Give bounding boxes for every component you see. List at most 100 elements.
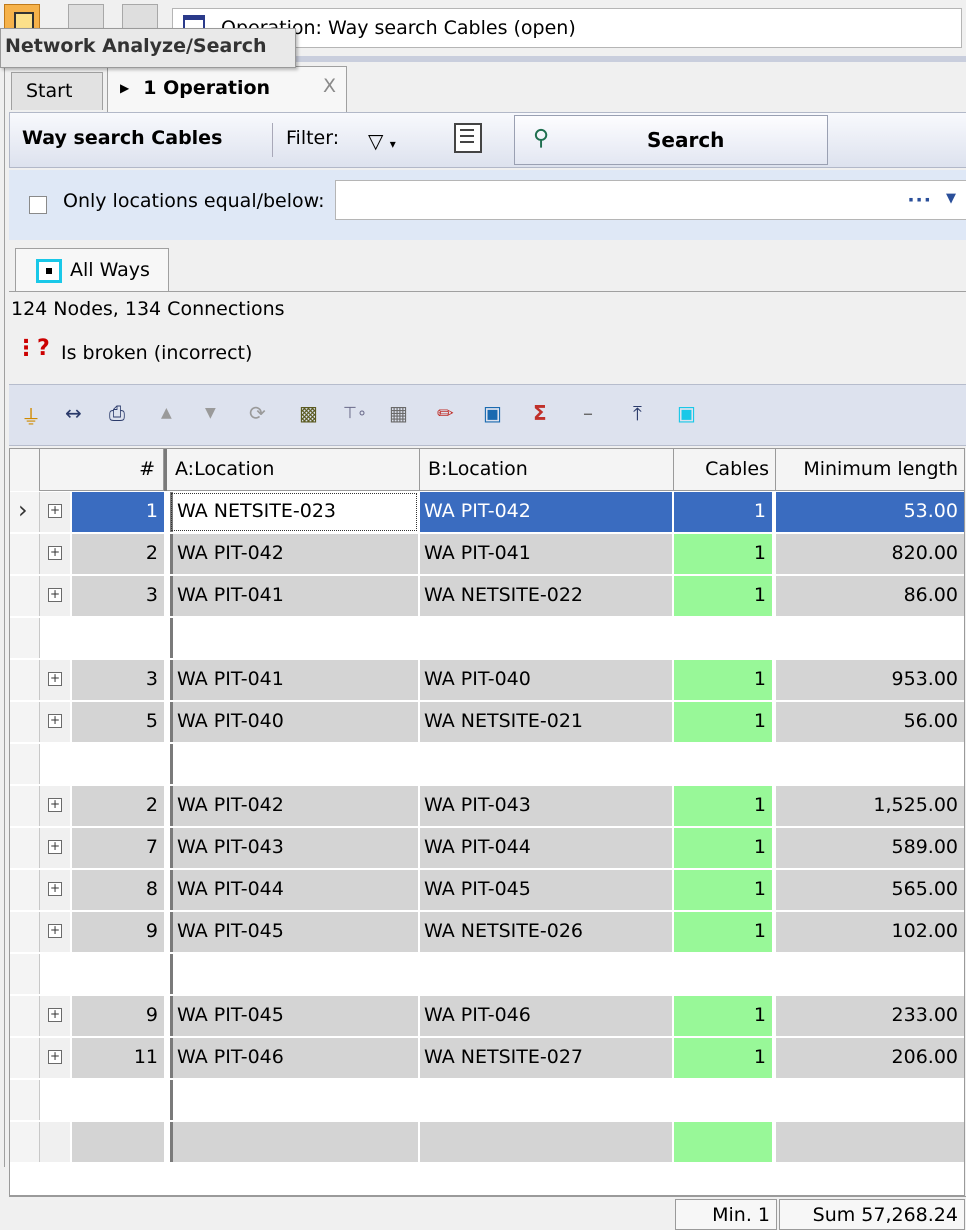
expand-icon[interactable]: + [48, 924, 62, 938]
table-row[interactable]: +1WA NETSITE-023WA PIT-042153.00 [10, 491, 964, 533]
expand-icon[interactable]: + [48, 672, 62, 686]
a-location-cell[interactable]: WA PIT-046 [170, 1038, 418, 1078]
row-number[interactable]: 7 [72, 828, 164, 868]
min-length-cell[interactable]: 820.00 [776, 534, 964, 574]
cables-cell[interactable]: 1 [674, 828, 772, 868]
table-row[interactable]: +11 WA PIT-046 WA NETSITE-027 1 206.00 [10, 1037, 964, 1079]
properties-icon[interactable] [454, 123, 482, 153]
expand-icon[interactable]: + [48, 798, 62, 812]
table-row[interactable]: +2 WA PIT-042 WA PIT-041 1 820.00 [10, 533, 964, 575]
close-icon[interactable]: X [323, 75, 336, 97]
expand-icon[interactable]: + [48, 1008, 62, 1022]
b-location-cell[interactable]: WA PIT-046 [420, 996, 672, 1036]
min-length-cell[interactable]: 53.00 [776, 492, 964, 532]
browse-button[interactable]: ··· [907, 189, 932, 211]
building-icon[interactable]: ▦ [389, 401, 408, 425]
tab-all-ways[interactable]: All Ways [15, 248, 169, 292]
clipboard-icon[interactable]: ▩ [299, 401, 318, 425]
row-number[interactable]: 2 [72, 786, 164, 826]
connect-icon[interactable]: ⊤∘ [343, 403, 367, 422]
a-location-cell[interactable]: WA PIT-045 [170, 912, 418, 952]
cables-cell[interactable]: 1 [674, 786, 772, 826]
cables-cell[interactable]: 1 [674, 870, 772, 910]
expand-icon[interactable]: + [48, 546, 62, 560]
a-location-cell[interactable]: WA PIT-040 [170, 702, 418, 742]
cables-cell[interactable]: 1 [674, 1038, 772, 1078]
expand-icon[interactable]: + [48, 840, 62, 854]
column-header-num[interactable]: # [40, 449, 164, 491]
min-length-cell[interactable]: 1,525.00 [776, 786, 964, 826]
a-location-cell[interactable]: WA PIT-042 [170, 786, 418, 826]
expand-icon[interactable]: + [48, 714, 62, 728]
column-width-icon[interactable]: ↔ [65, 401, 82, 425]
b-location-cell[interactable]: WA PIT-044 [420, 828, 672, 868]
row-number[interactable]: 5 [72, 702, 164, 742]
move-down-icon[interactable]: ▼ [205, 405, 216, 421]
column-header-min-length[interactable]: Minimum length [776, 449, 964, 491]
row-number[interactable]: 11 [72, 1038, 164, 1078]
b-location-cell[interactable]: WA NETSITE-027 [420, 1038, 672, 1078]
min-length-cell[interactable]: 953.00 [776, 660, 964, 700]
table-row[interactable]: +2 WA PIT-042 WA PIT-043 1 1,525.00 [10, 785, 964, 827]
a-location-cell[interactable]: WA PIT-045 [170, 996, 418, 1036]
row-number[interactable]: 9 [72, 912, 164, 952]
tab-operation[interactable]: ▶ 1 Operation X [107, 66, 347, 112]
only-locations-checkbox[interactable] [29, 196, 47, 214]
search-button[interactable]: ⚲ Search [514, 115, 828, 165]
minus-icon[interactable]: – [583, 401, 593, 425]
table-row[interactable]: +3 WA PIT-041 WA NETSITE-022 1 86.00 [10, 575, 964, 617]
min-length-cell[interactable]: 56.00 [776, 702, 964, 742]
table-row[interactable]: +9 WA PIT-045 WA NETSITE-026 1 102.00 [10, 911, 964, 953]
a-location-cell[interactable]: WA PIT-043 [170, 828, 418, 868]
cables-cell[interactable]: 1 [674, 534, 772, 574]
color-edit-icon[interactable]: ✏ [437, 401, 454, 425]
expand-icon[interactable]: + [48, 588, 62, 602]
b-location-cell[interactable]: WA NETSITE-021 [420, 702, 672, 742]
a-location-cell[interactable]: WA PIT-042 [170, 534, 418, 574]
column-header-cables[interactable]: Cables [674, 449, 776, 491]
min-length-cell[interactable]: 86.00 [776, 576, 964, 616]
cables-cell[interactable]: 1 [674, 576, 772, 616]
column-header-b-location[interactable]: B:Location [420, 449, 674, 491]
node-icon[interactable]: ▣ [677, 401, 696, 425]
cables-cell[interactable]: 1 [674, 996, 772, 1036]
move-up-icon[interactable]: ▲ [161, 405, 172, 421]
location-input[interactable]: ··· ▼ [335, 180, 966, 220]
a-location-cell[interactable]: WA PIT-041 [170, 660, 418, 700]
go-top-icon[interactable]: ⤒ [633, 401, 642, 425]
cables-cell[interactable]: 1 [674, 660, 772, 700]
table-row[interactable]: +9 WA PIT-045 WA PIT-046 1 233.00 [10, 995, 964, 1037]
cables-cell[interactable]: 1 [674, 912, 772, 952]
min-length-cell[interactable]: 206.00 [776, 1038, 964, 1078]
b-location-cell[interactable]: WA PIT-041 [420, 534, 672, 574]
b-location-cell[interactable]: WA PIT-040 [420, 660, 672, 700]
expand-icon[interactable]: + [48, 882, 62, 896]
cables-cell[interactable]: 1 [674, 702, 772, 742]
b-location-cell[interactable]: WA PIT-043 [420, 786, 672, 826]
row-number[interactable]: 2 [72, 534, 164, 574]
min-length-cell[interactable]: 233.00 [776, 996, 964, 1036]
min-length-cell[interactable]: 565.00 [776, 870, 964, 910]
filter-edit-icon[interactable]: ⏚ [21, 401, 41, 430]
column-header-a-location[interactable]: A:Location [164, 449, 420, 491]
table-row[interactable]: +3 WA PIT-041 WA PIT-040 1 953.00 [10, 659, 964, 701]
table-row[interactable]: +7 WA PIT-043 WA PIT-044 1 589.00 [10, 827, 964, 869]
table-row[interactable]: +5 WA PIT-040 WA NETSITE-021 1 56.00 [10, 701, 964, 743]
filter-funnel-icon[interactable]: ▽ ▾ [368, 129, 396, 153]
row-number[interactable]: 3 [72, 576, 164, 616]
expand-icon[interactable]: + [48, 1050, 62, 1064]
a-location-cell[interactable]: WA PIT-041 [170, 576, 418, 616]
tab-start[interactable]: Start [11, 72, 103, 110]
chevron-down-icon[interactable]: ▼ [946, 191, 956, 206]
row-number[interactable]: 3 [72, 660, 164, 700]
cables-cell[interactable]: 1 [674, 492, 772, 532]
expand-icon[interactable]: + [48, 504, 62, 518]
b-location-cell[interactable]: WA PIT-045 [420, 870, 672, 910]
table-row[interactable]: +8 WA PIT-044 WA PIT-045 1 565.00 [10, 869, 964, 911]
b-location-cell[interactable]: WA NETSITE-022 [420, 576, 672, 616]
refresh-icon[interactable]: ⟳ [249, 401, 266, 425]
b-location-cell[interactable]: WA PIT-042 [420, 492, 672, 532]
min-length-cell[interactable]: 102.00 [776, 912, 964, 952]
row-number[interactable]: 9 [72, 996, 164, 1036]
a-location-cell[interactable]: WA PIT-044 [170, 870, 418, 910]
